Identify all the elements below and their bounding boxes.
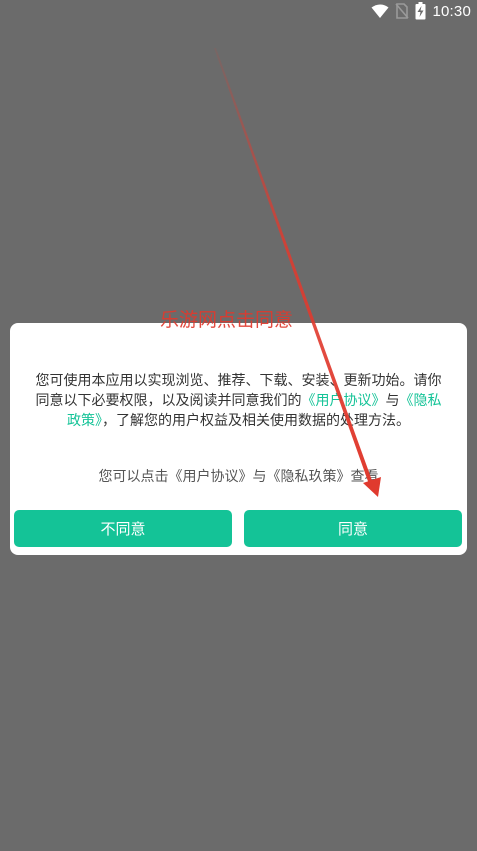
- no-signal-icon: [395, 3, 410, 19]
- battery-charging-icon: [415, 2, 426, 20]
- wifi-icon: [371, 4, 389, 18]
- disagree-button[interactable]: 不同意: [14, 510, 232, 547]
- overlay-caption: 乐游网点击同意: [160, 309, 294, 331]
- status-icons: 10:30: [371, 1, 471, 21]
- agree-button[interactable]: 同意: [244, 510, 462, 547]
- user-agreement-link[interactable]: 《用户协议》: [302, 393, 386, 409]
- privacy-dialog: 您可使用本应用以实现浏览、推荐、下载、安装、更新功始。请你同意以下必要权限，以及…: [10, 323, 467, 555]
- status-bar: 10:30: [0, 0, 477, 22]
- status-time: 10:30: [432, 2, 471, 20]
- dialog-message-text-2: ，了解您的用户权益及相关使用数据的处理方法。: [102, 413, 410, 429]
- dialog-hint: 您可以点击《用户协议》与《隐私玖策》查看: [98, 469, 379, 485]
- dialog-message: 您可使用本应用以实现浏览、推荐、下载、安装、更新功始。请你同意以下必要权限，以及…: [32, 371, 445, 431]
- dialog-message-connector: 与: [385, 393, 400, 409]
